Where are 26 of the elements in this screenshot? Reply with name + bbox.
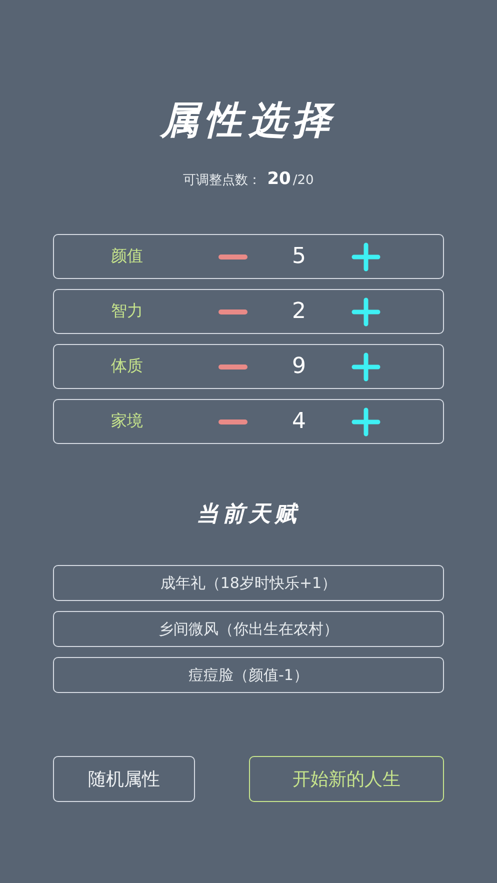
minus-button[interactable] — [218, 362, 248, 370]
minus-button[interactable] — [218, 418, 248, 426]
action-button[interactable]: 开始新的人生 — [249, 756, 444, 802]
section-title: 当前天赋 — [196, 500, 302, 529]
attribute-value: 4 — [292, 409, 306, 434]
action-button[interactable]: 随机属性 — [53, 756, 195, 802]
points-label: 可调整点数： — [183, 172, 262, 189]
plus-button[interactable] — [351, 352, 381, 382]
attribute-value: 9 — [292, 354, 306, 379]
attribute-name: 家境 — [111, 411, 143, 432]
points-total: /20 — [292, 173, 314, 188]
attribute-name: 智力 — [111, 301, 143, 322]
minus-button[interactable] — [218, 252, 248, 260]
plus-button[interactable] — [351, 242, 381, 272]
page-title: 属性选择 — [158, 96, 338, 144]
attribute-value: 5 — [292, 244, 306, 269]
attribute-name: 颜值 — [111, 246, 143, 267]
talent-item[interactable]: 痘痘脸（颜值-1） — [53, 657, 444, 693]
talent-item[interactable]: 乡间微风（你出生在农村） — [53, 611, 444, 647]
talent-item[interactable]: 成年礼（18岁时快乐+1） — [53, 565, 444, 601]
attribute-name: 体质 — [111, 356, 143, 377]
plus-button[interactable] — [351, 296, 381, 326]
points-value: 20 — [267, 169, 291, 189]
minus-button[interactable] — [218, 308, 248, 316]
plus-button[interactable] — [351, 406, 381, 436]
attribute-value: 2 — [292, 299, 306, 324]
